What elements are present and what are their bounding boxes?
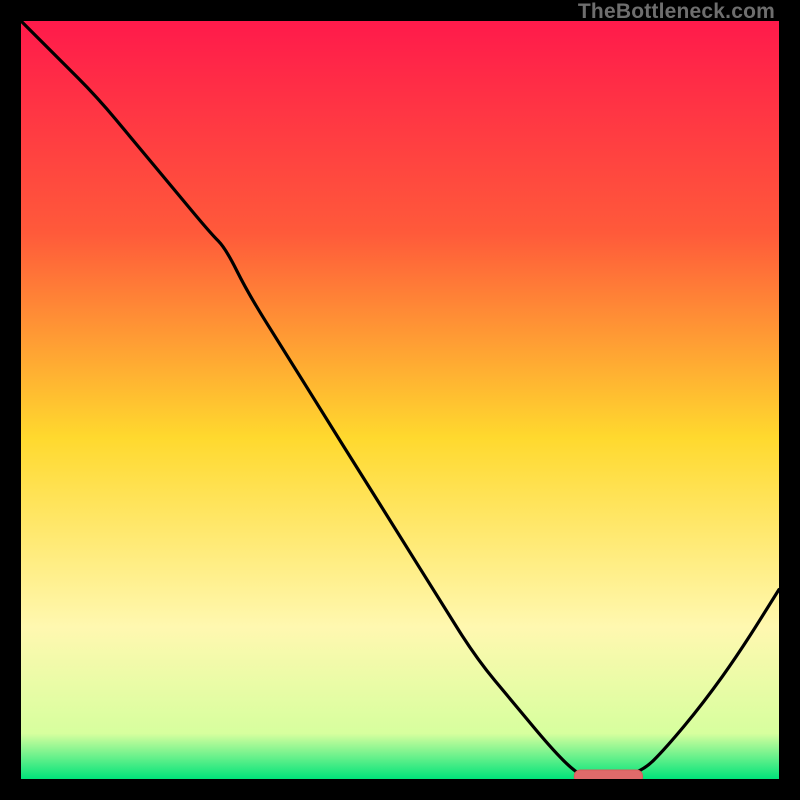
gradient-background [21,21,779,779]
bottleneck-chart [21,21,779,779]
optimum-marker [574,770,642,779]
chart-frame [21,21,779,779]
